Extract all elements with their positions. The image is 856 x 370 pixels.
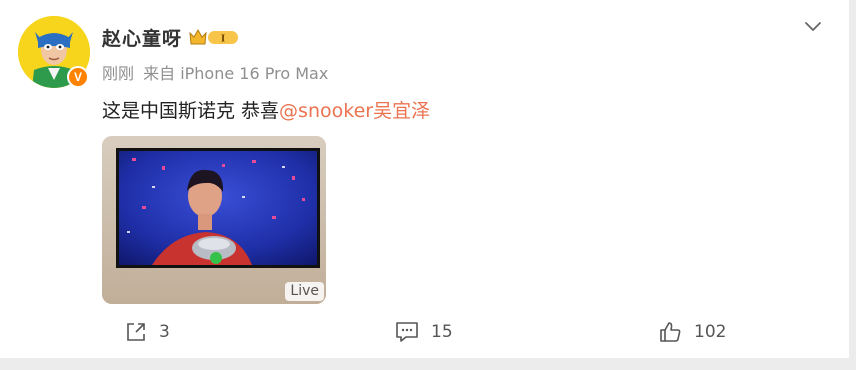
mention-link[interactable]: @snooker吴宜泽	[279, 100, 430, 122]
verified-badge: V	[67, 66, 89, 88]
post-text: 这是中国斯诺克 恭喜@snooker吴宜泽	[102, 96, 430, 123]
author-name[interactable]: 赵心童呀	[102, 24, 182, 51]
share-button[interactable]: 3	[125, 319, 170, 345]
share-icon	[127, 323, 145, 341]
live-badge: Live	[285, 282, 324, 301]
thumbs-up-icon	[660, 322, 681, 342]
share-count: 3	[159, 322, 170, 342]
comment-icon	[396, 322, 418, 342]
post-time: 刚刚	[102, 64, 135, 83]
action-bar: 3 15 102	[0, 310, 849, 354]
crown-level-badge-icon[interactable]: I	[188, 27, 240, 47]
comment-button[interactable]: 15	[395, 319, 453, 345]
weibo-post-card: V 赵心童呀 I 刚刚 来自 iPhone 16 Pro Max 这是中国斯诺克…	[0, 0, 849, 358]
level-number: I	[221, 33, 225, 45]
comment-count: 15	[431, 322, 453, 342]
like-button[interactable]: 102	[658, 319, 726, 345]
like-count: 102	[694, 322, 727, 342]
post-meta: 刚刚 来自 iPhone 16 Pro Max	[102, 60, 332, 84]
post-source: 来自 iPhone 16 Pro Max	[143, 64, 329, 83]
live-photo[interactable]: Live	[102, 136, 326, 304]
tv-screen-photo-image	[102, 136, 326, 304]
post-body-text: 这是中国斯诺克 恭喜	[102, 100, 280, 122]
chevron-down-icon[interactable]	[803, 17, 823, 37]
